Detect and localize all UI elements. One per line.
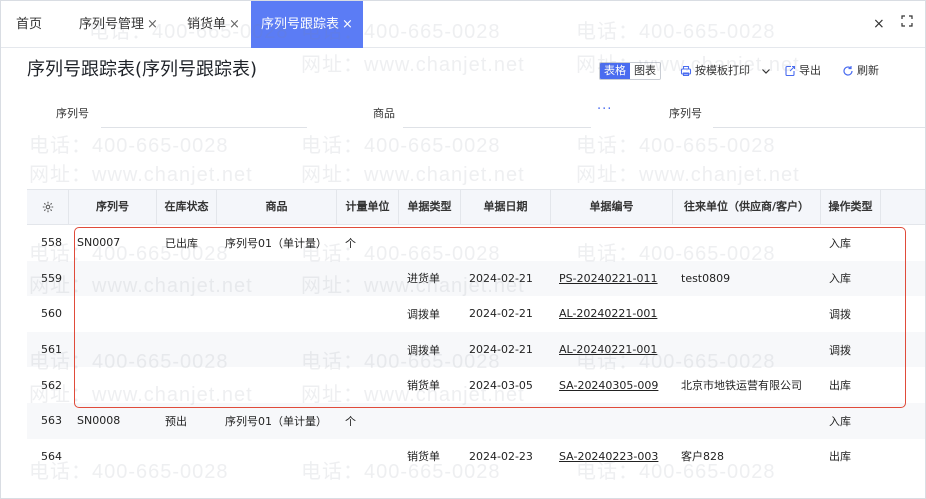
tab-serial-management[interactable]: 序列号管理 × xyxy=(79,1,158,48)
doc-date-cell: 2024-02-21 xyxy=(469,307,533,321)
operation-type-cell: 出库 xyxy=(829,379,851,393)
tab-home[interactable]: 首页 xyxy=(16,1,42,48)
partner-cell: test0809 xyxy=(681,271,731,285)
doc-number-link[interactable]: AL-20240221-001 xyxy=(551,307,673,320)
tab-sales-order[interactable]: 销货单 × xyxy=(187,1,240,48)
print-options-dropdown[interactable] xyxy=(761,62,774,80)
table-row[interactable]: 558 SN0007 已出库 序列号01（单计量） 个 入库 xyxy=(27,225,925,261)
stock-status-cell: 已出库 xyxy=(165,236,198,250)
row-index: 562 xyxy=(41,378,62,392)
product-picker-button[interactable]: ··· xyxy=(597,102,612,117)
column-header[interactable]: 计量单位 xyxy=(337,190,399,224)
watermark-text: 网址：www.chanjet.net xyxy=(301,164,525,186)
gear-icon xyxy=(42,201,53,213)
doc-number-link[interactable]: PS-20240221-011 xyxy=(551,272,673,285)
row-index: 558 xyxy=(41,236,62,250)
refresh-button[interactable]: 刷新 xyxy=(842,62,879,80)
printer-icon xyxy=(680,65,692,77)
table-view-button[interactable]: 表格 xyxy=(600,63,630,79)
table-row[interactable]: 563 SN0008 预出 序列号01（单计量） 个 入库 xyxy=(27,402,925,439)
operation-type-cell: 入库 xyxy=(829,272,851,286)
column-settings-button[interactable] xyxy=(27,190,69,224)
serial-filter-input[interactable] xyxy=(101,127,307,128)
product-filter-input[interactable] xyxy=(403,127,591,128)
watermark-text: 电话：400-665-0028 xyxy=(301,135,501,157)
serial-filter-input-2[interactable] xyxy=(713,127,925,128)
refresh-icon xyxy=(843,66,853,76)
table-row[interactable]: 559 进货单 2024-02-21 PS-20240221-011 test0809 入… xyxy=(27,260,925,297)
product-filter-label: 商品 xyxy=(373,107,395,120)
tab-serial-trace[interactable]: 序列号跟踪表 × xyxy=(251,1,363,48)
column-header[interactable]: 在库状态 xyxy=(157,190,217,224)
table-body: 558 SN0007 已出库 序列号01（单计量）个入库 559 进货单 2024-02-2… xyxy=(27,225,925,475)
operation-type-cell: 调拨 xyxy=(829,307,851,321)
close-icon[interactable]: × xyxy=(147,17,158,32)
column-header-spacer xyxy=(881,190,925,224)
doc-date-cell: 2024-02-23 xyxy=(469,449,533,463)
watermark-text: 网址：www.chanjet.net xyxy=(301,54,525,76)
column-header[interactable]: 单据日期 xyxy=(461,190,551,224)
serial-filter-label: 序列号 xyxy=(56,107,89,120)
table-row[interactable]: 560 调拨单 2024-02-21 AL-20240221-001 调拨 xyxy=(27,296,925,332)
serial-trace-table: 序列号 在库状态 商品 计量单位 单据类型 单据日期 单据编号 往来单位（供应商… xyxy=(27,189,925,475)
table-header: 序列号 在库状态 商品 计量单位 单据类型 单据日期 单据编号 往来单位（供应商… xyxy=(27,189,925,225)
doc-date-cell: 2024-02-21 xyxy=(469,343,533,357)
doc-number-link[interactable]: SA-20240305-009 xyxy=(551,379,673,392)
table-row[interactable]: 561 调拨单 2024-02-21 AL-20240221-001 调拨 xyxy=(27,331,925,368)
column-header[interactable]: 操作类型 xyxy=(821,190,881,224)
tab-bar: 首页 序列号管理 × 销货单 × 序列号跟踪表 × × xyxy=(1,1,925,48)
doc-type-cell: 进货单 xyxy=(407,272,440,286)
unit-cell: 个 xyxy=(345,414,356,428)
serial-cell: SN0008 xyxy=(77,414,121,428)
operation-type-cell: 入库 xyxy=(829,414,851,428)
table-row[interactable]: 562 销货单 2024-03-05 SA-20240305-009 北京市地铁运营有限… xyxy=(27,367,925,403)
watermark-text: 网址：www.chanjet.net xyxy=(29,164,253,186)
doc-type-cell: 销货单 xyxy=(407,450,440,464)
row-index: 564 xyxy=(41,449,62,463)
export-icon xyxy=(785,65,796,77)
chart-view-button[interactable]: 图表 xyxy=(630,63,660,79)
column-header[interactable]: 单据类型 xyxy=(399,190,461,224)
app-window: 首页 序列号管理 × 销货单 × 序列号跟踪表 × × 序列号跟踪表(序列号跟踪表) … xyxy=(0,0,926,499)
watermark-text: 电话：400-665-0028 xyxy=(576,135,776,157)
close-icon[interactable]: × xyxy=(342,17,353,32)
doc-date-cell: 2024-03-05 xyxy=(469,378,533,392)
doc-type-cell: 销货单 xyxy=(407,379,440,393)
doc-type-cell: 调拨单 xyxy=(407,343,440,357)
row-index: 560 xyxy=(41,307,62,321)
export-button[interactable]: 导出 xyxy=(784,62,821,80)
doc-type-cell: 调拨单 xyxy=(407,307,440,321)
close-window-icon[interactable]: × xyxy=(873,16,885,32)
partner-cell: 北京市地铁运营有限公司 xyxy=(681,379,802,393)
column-header[interactable]: 序列号 xyxy=(69,190,157,224)
doc-number-link[interactable]: SA-20240223-003 xyxy=(551,450,673,463)
product-cell: 序列号01（单计量） xyxy=(225,236,327,250)
partner-cell: 客户828 xyxy=(681,450,724,464)
row-index: 559 xyxy=(41,271,62,285)
row-index: 561 xyxy=(41,343,62,357)
watermark-text: 电话：400-665-0028 xyxy=(29,135,229,157)
operation-type-cell: 入库 xyxy=(829,236,851,250)
page-title: 序列号跟踪表(序列号跟踪表) xyxy=(27,59,258,80)
template-print-button[interactable]: 按模板打印 xyxy=(680,62,750,80)
serial-cell: SN0007 xyxy=(77,236,121,250)
row-index: 563 xyxy=(41,414,62,428)
serial-filter-label-2: 序列号 xyxy=(669,107,702,120)
chevron-down-icon xyxy=(762,69,770,74)
operation-type-cell: 出库 xyxy=(829,450,851,464)
column-header[interactable]: 往来单位（供应商/客户） xyxy=(673,190,821,224)
fullscreen-icon[interactable] xyxy=(901,15,913,31)
column-header[interactable]: 商品 xyxy=(217,190,337,224)
table-row[interactable]: 564 销货单 2024-02-23 SA-20240223-003 客户828 出库 xyxy=(27,439,925,475)
column-header[interactable]: 单据编号 xyxy=(551,190,673,224)
stock-status-cell: 预出 xyxy=(165,414,187,428)
product-cell: 序列号01（单计量） xyxy=(225,414,327,428)
unit-cell: 个 xyxy=(345,236,356,250)
view-toggle: 表格 图表 xyxy=(599,62,661,80)
doc-number-link[interactable]: AL-20240221-001 xyxy=(551,343,673,356)
doc-date-cell: 2024-02-21 xyxy=(469,271,533,285)
watermark-text: 网址：www.chanjet.net xyxy=(576,164,800,186)
close-icon[interactable]: × xyxy=(229,17,240,32)
operation-type-cell: 调拨 xyxy=(829,343,851,357)
